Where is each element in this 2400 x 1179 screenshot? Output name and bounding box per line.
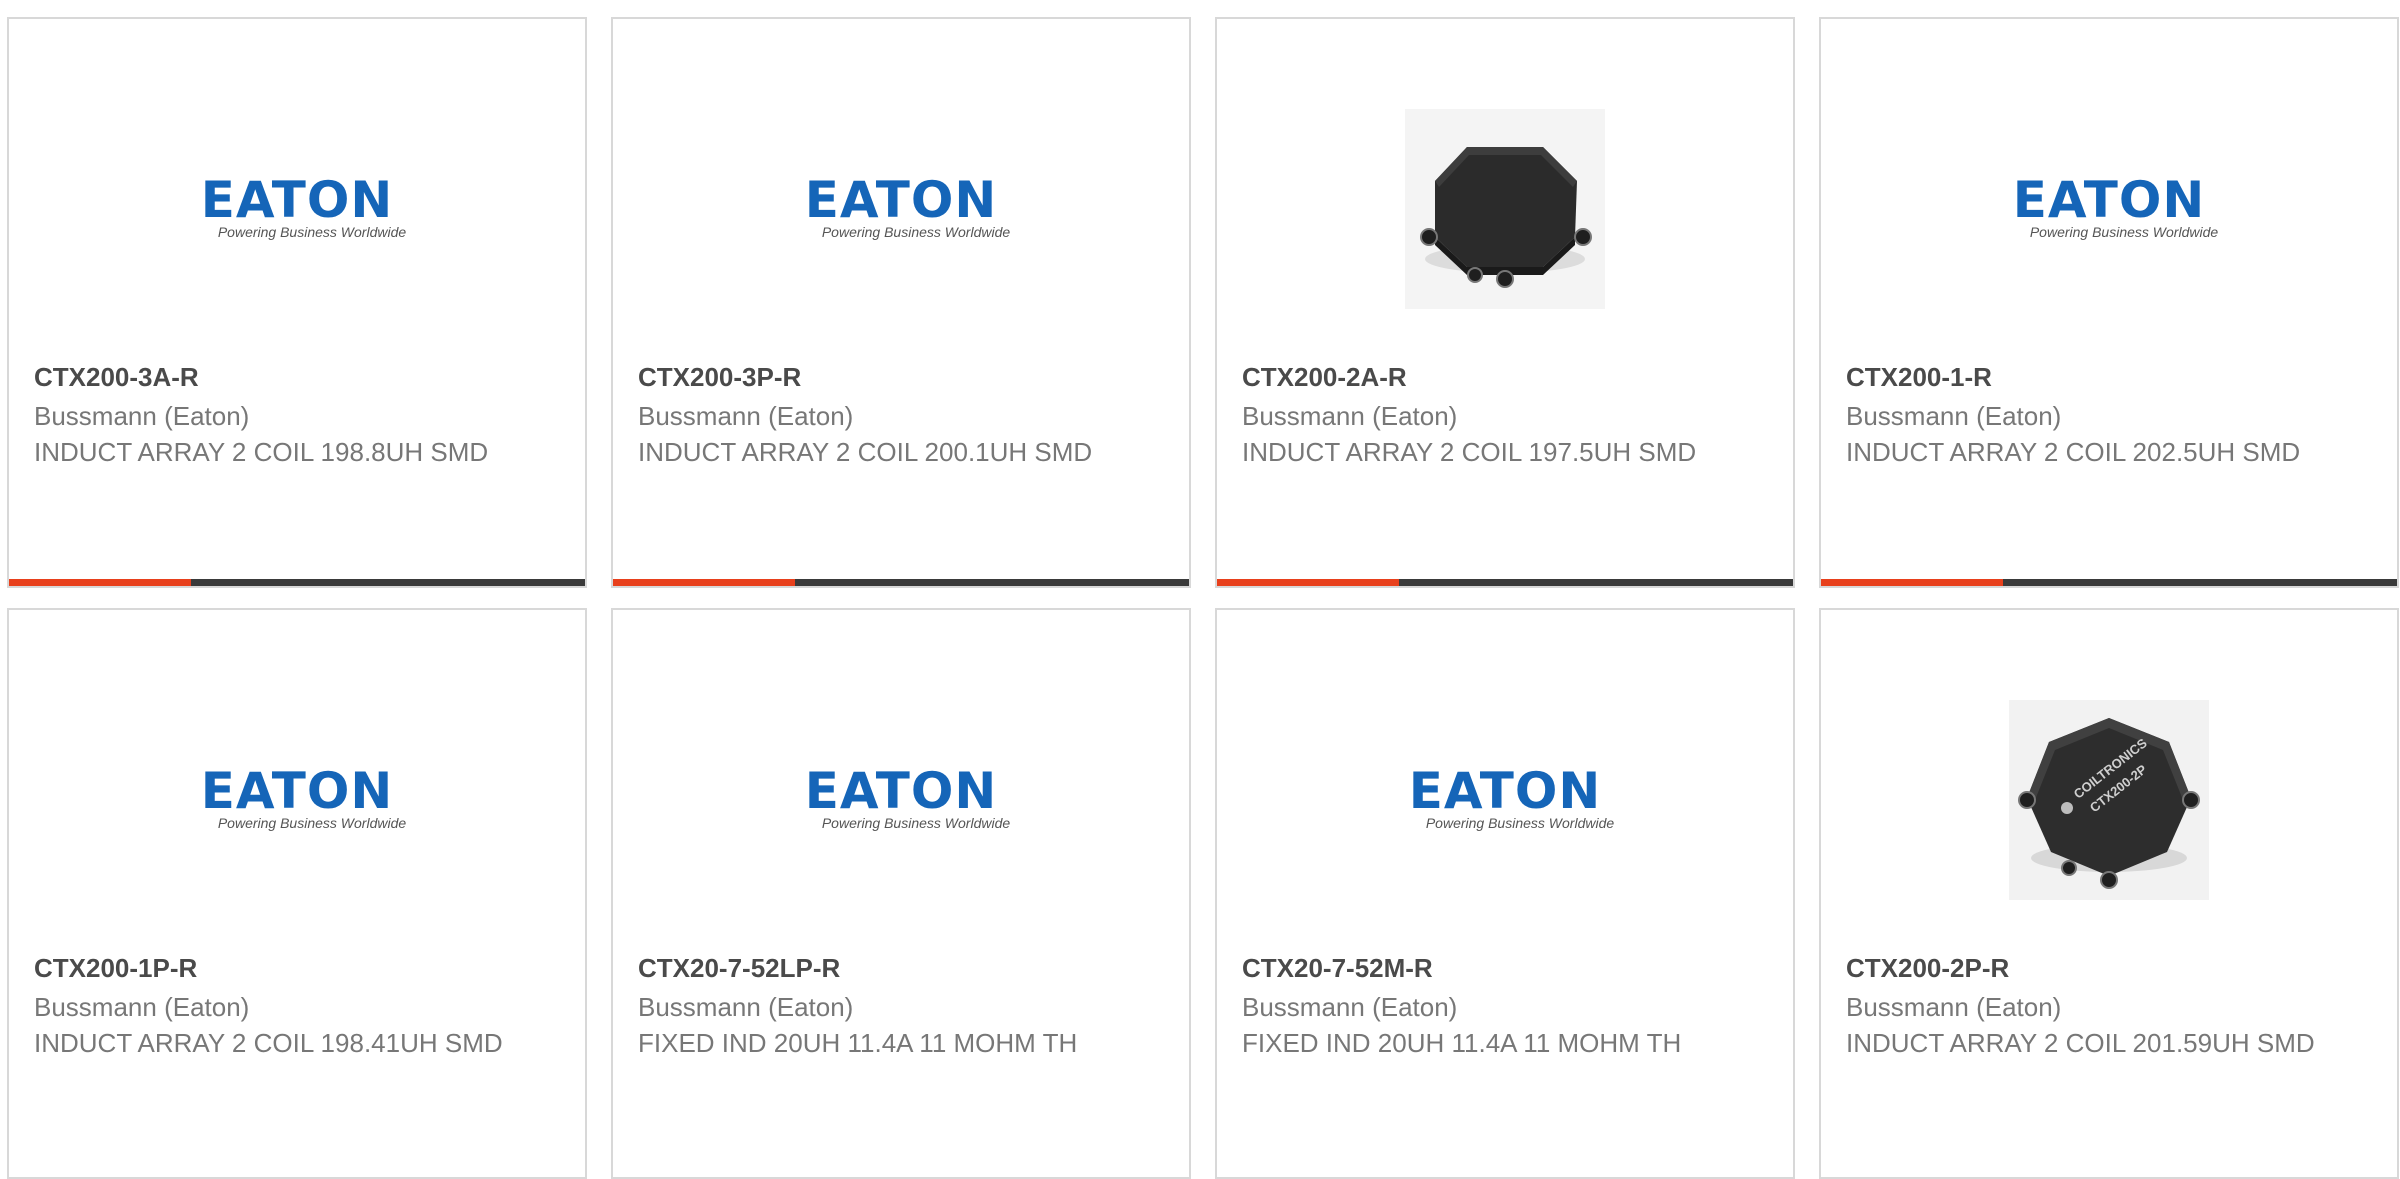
product-image[interactable]: EATON Powering Business Worldwide (9, 670, 585, 930)
description: FIXED IND 20UH 11.4A 11 MOHM TH (1242, 1028, 1682, 1058)
product-image[interactable]: EATON Powering Business Worldwide (1217, 670, 1793, 930)
description: INDUCT ARRAY 2 COIL 201.59UH SMD (1846, 1028, 2315, 1058)
manufacturer: Bussmann (Eaton) (638, 401, 854, 431)
eaton-logo-word: EATON (200, 171, 394, 229)
product-card[interactable]: EATON Powering Business Worldwide CTX200… (7, 608, 587, 1179)
part-number[interactable]: CTX200-2A-R (1242, 359, 1768, 395)
product-info: CTX20-7-52M-R Bussmann (Eaton) FIXED IND… (1242, 950, 1768, 1061)
product-info: CTX200-3P-R Bussmann (Eaton) INDUCT ARRA… (638, 359, 1164, 470)
eaton-logo: EATON Powering Business Worldwide (194, 762, 406, 835)
card-bottom-bar (1821, 579, 2397, 586)
product-grid: EATON Powering Business Worldwide CTX200… (7, 17, 2400, 1179)
product-image[interactable]: EATON Powering Business Worldwide (9, 79, 585, 339)
part-number[interactable]: CTX20-7-52LP-R (638, 950, 1164, 986)
description: INDUCT ARRAY 2 COIL 202.5UH SMD (1846, 437, 2301, 467)
product-info: CTX200-1-R Bussmann (Eaton) INDUCT ARRAY… (1846, 359, 2372, 470)
product-card[interactable]: EATON Powering Business Worldwide CTX200… (1819, 17, 2399, 588)
description: INDUCT ARRAY 2 COIL 197.5UH SMD (1242, 437, 1697, 467)
eaton-logo: EATON Powering Business Worldwide (798, 171, 1010, 244)
eaton-logo-tagline: Powering Business Worldwide (821, 224, 1011, 240)
product-info: CTX200-2A-R Bussmann (Eaton) INDUCT ARRA… (1242, 359, 1768, 470)
part-number[interactable]: CTX20-7-52M-R (1242, 950, 1768, 986)
card-accent-bar (613, 579, 795, 586)
eaton-logo-word: EATON (804, 171, 998, 229)
description: INDUCT ARRAY 2 COIL 198.41UH SMD (34, 1028, 503, 1058)
inductor-photo (1405, 109, 1605, 309)
eaton-logo: EATON Powering Business Worldwide (798, 762, 1010, 835)
product-card[interactable]: EATON Powering Business Worldwide CTX20-… (1215, 608, 1795, 1179)
card-accent-bar (1217, 579, 1399, 586)
manufacturer: Bussmann (Eaton) (1846, 401, 2062, 431)
manufacturer: Bussmann (Eaton) (34, 992, 250, 1022)
product-info: CTX200-2P-R Bussmann (Eaton) INDUCT ARRA… (1846, 950, 2372, 1061)
description: INDUCT ARRAY 2 COIL 198.8UH SMD (34, 437, 489, 467)
card-bottom-bar (1217, 579, 1793, 586)
product-info: CTX20-7-52LP-R Bussmann (Eaton) FIXED IN… (638, 950, 1164, 1061)
eaton-logo-tagline: Powering Business Worldwide (821, 815, 1011, 831)
product-image[interactable]: EATON Powering Business Worldwide (1821, 79, 2397, 339)
product-image[interactable] (1217, 79, 1793, 339)
eaton-logo-tagline: Powering Business Worldwide (217, 815, 407, 831)
eaton-logo: EATON Powering Business Worldwide (1402, 762, 1614, 835)
product-card[interactable]: CTX200-2A-R Bussmann (Eaton) INDUCT ARRA… (1215, 17, 1795, 588)
eaton-logo-word: EATON (1408, 762, 1602, 820)
part-number[interactable]: CTX200-2P-R (1846, 950, 2372, 986)
card-bottom-bar (9, 579, 585, 586)
card-accent-bar (9, 579, 191, 586)
eaton-logo-word: EATON (200, 762, 394, 820)
card-accent-bar (1821, 579, 2003, 586)
eaton-logo: EATON Powering Business Worldwide (194, 171, 406, 244)
eaton-logo-word: EATON (804, 762, 998, 820)
manufacturer: Bussmann (Eaton) (1242, 401, 1458, 431)
eaton-logo-word: EATON (2012, 171, 2206, 229)
manufacturer: Bussmann (Eaton) (1242, 992, 1458, 1022)
card-bottom-bar (613, 579, 1189, 586)
inductor-photo: COILTRONICS CTX200-2P (2009, 700, 2209, 900)
eaton-logo-tagline: Powering Business Worldwide (2029, 224, 2219, 240)
product-info: CTX200-1P-R Bussmann (Eaton) INDUCT ARRA… (34, 950, 560, 1061)
eaton-logo-tagline: Powering Business Worldwide (1425, 815, 1615, 831)
product-image[interactable]: COILTRONICS CTX200-2P (1821, 670, 2397, 930)
eaton-logo: EATON Powering Business Worldwide (2006, 171, 2218, 244)
part-number[interactable]: CTX200-3P-R (638, 359, 1164, 395)
product-card[interactable]: EATON Powering Business Worldwide CTX200… (7, 17, 587, 588)
description: FIXED IND 20UH 11.4A 11 MOHM TH (638, 1028, 1078, 1058)
part-number[interactable]: CTX200-1P-R (34, 950, 560, 986)
eaton-logo-tagline: Powering Business Worldwide (217, 224, 407, 240)
product-info: CTX200-3A-R Bussmann (Eaton) INDUCT ARRA… (34, 359, 560, 470)
manufacturer: Bussmann (Eaton) (34, 401, 250, 431)
product-card[interactable]: EATON Powering Business Worldwide CTX200… (611, 17, 1191, 588)
manufacturer: Bussmann (Eaton) (1846, 992, 2062, 1022)
product-card[interactable]: COILTRONICS CTX200-2P CTX200-2P-R Bussma… (1819, 608, 2399, 1179)
part-number[interactable]: CTX200-1-R (1846, 359, 2372, 395)
part-number[interactable]: CTX200-3A-R (34, 359, 560, 395)
product-image[interactable]: EATON Powering Business Worldwide (613, 79, 1189, 339)
product-image[interactable]: EATON Powering Business Worldwide (613, 670, 1189, 930)
product-card[interactable]: EATON Powering Business Worldwide CTX20-… (611, 608, 1191, 1179)
manufacturer: Bussmann (Eaton) (638, 992, 854, 1022)
description: INDUCT ARRAY 2 COIL 200.1UH SMD (638, 437, 1093, 467)
